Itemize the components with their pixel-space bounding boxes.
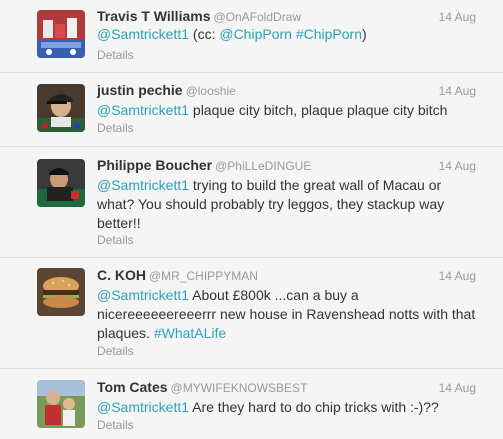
details-link[interactable]: Details xyxy=(97,48,134,62)
tweet-text: @Samtrickett1 (cc: @ChipPorn #ChipPorn) xyxy=(97,25,477,44)
tweet-timestamp[interactable]: 14 Aug xyxy=(439,381,476,395)
tweet-timestamp[interactable]: 14 Aug xyxy=(439,84,476,98)
author-handle[interactable]: @MYWIFEKNOWSBEST xyxy=(171,381,308,395)
details-link[interactable]: Details xyxy=(97,233,134,247)
details-link[interactable]: Details xyxy=(97,418,134,432)
tweet-item[interactable]: Tom Cates @MYWIFEKNOWSBEST 14 Aug @Samtri… xyxy=(0,369,503,439)
tweet-timeline: Travis T Williams @OnAFoldDraw 14 Aug @Sa… xyxy=(0,0,503,439)
tweet-text: @Samtrickett1 trying to build the great … xyxy=(97,176,477,233)
tweet-author[interactable]: Tom Cates @MYWIFEKNOWSBEST xyxy=(97,379,307,395)
tweet-text: @Samtrickett1 plaque city bitch, plaque … xyxy=(97,101,477,120)
tweet-text: @Samtrickett1 Are they hard to do chip t… xyxy=(97,398,477,417)
burger-avatar[interactable] xyxy=(37,268,85,316)
player-table-avatar[interactable] xyxy=(37,159,85,207)
tweet-text: @Samtrickett1 About £800k ...can a buy a… xyxy=(97,286,477,343)
tweet-text-segment: Are they hard to do chip tricks with :-)… xyxy=(189,399,439,415)
author-name[interactable]: Tom Cates xyxy=(97,379,168,395)
mention-link[interactable]: @Samtrickett1 xyxy=(97,287,189,303)
hashtag-link[interactable]: #ChipPorn xyxy=(296,26,362,42)
details-link[interactable]: Details xyxy=(97,344,134,358)
details-link[interactable]: Details xyxy=(97,121,134,135)
author-handle[interactable]: @looshie xyxy=(186,84,236,98)
tweet-text-segment: ) xyxy=(361,26,367,42)
tweet-timestamp[interactable]: 14 Aug xyxy=(439,10,476,24)
poker-chips-avatar[interactable] xyxy=(37,10,85,58)
author-name[interactable]: Philippe Boucher xyxy=(97,157,212,173)
tweet-item[interactable]: Travis T Williams @OnAFoldDraw 14 Aug @Sa… xyxy=(0,0,503,73)
author-name[interactable]: C. KOH xyxy=(97,267,146,283)
tweet-timestamp[interactable]: 14 Aug xyxy=(439,159,476,173)
mention-link[interactable]: @ChipPorn xyxy=(219,26,292,42)
hashtag-link[interactable]: #WhatALife xyxy=(154,325,226,341)
author-handle[interactable]: @MR_CHIPPYMAN xyxy=(149,269,258,283)
mention-link[interactable]: @Samtrickett1 xyxy=(97,102,189,118)
tweet-item[interactable]: Philippe Boucher @PhiLLeDINGUE 14 Aug @Sa… xyxy=(0,147,503,258)
mention-link[interactable]: @Samtrickett1 xyxy=(97,177,189,193)
author-handle[interactable]: @PhiLLeDINGUE xyxy=(215,159,311,173)
tweet-author[interactable]: Philippe Boucher @PhiLLeDINGUE xyxy=(97,157,311,173)
tweet-author[interactable]: C. KOH @MR_CHIPPYMAN xyxy=(97,267,258,283)
tweet-item[interactable]: C. KOH @MR_CHIPPYMAN 14 Aug @Samtrickett1… xyxy=(0,258,503,369)
tweet-author[interactable]: Travis T Williams @OnAFoldDraw xyxy=(97,8,301,24)
tweet-text-segment: plaque city bitch, plaque plaque city bi… xyxy=(189,102,448,118)
tweet-item[interactable]: justin pechie @looshie 14 Aug @Samtricket… xyxy=(0,73,503,147)
author-handle[interactable]: @OnAFoldDraw xyxy=(213,10,301,24)
tweet-author[interactable]: justin pechie @looshie xyxy=(97,82,236,98)
mention-link[interactable]: @Samtrickett1 xyxy=(97,399,189,415)
author-name[interactable]: justin pechie xyxy=(97,82,183,98)
family-photo-avatar[interactable] xyxy=(37,380,85,428)
author-name[interactable]: Travis T Williams xyxy=(97,8,210,24)
mention-link[interactable]: @Samtrickett1 xyxy=(97,26,189,42)
tweet-timestamp[interactable]: 14 Aug xyxy=(439,269,476,283)
tweet-text-segment: (cc: xyxy=(189,26,220,42)
player-cap-avatar[interactable] xyxy=(37,84,85,132)
